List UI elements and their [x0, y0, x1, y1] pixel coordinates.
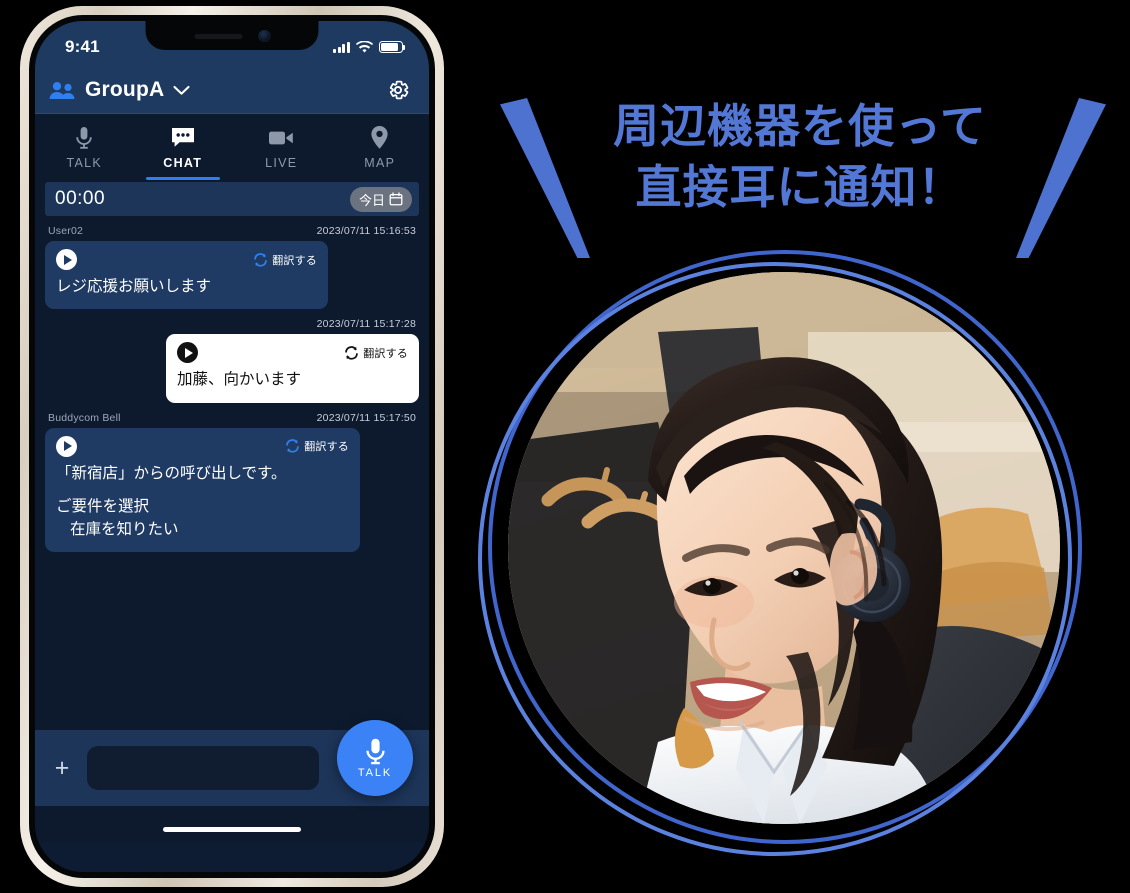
- chat-body: 00:00 今日 User02 2023/07/11 15:16:53 翻訳する…: [35, 180, 429, 842]
- tab-map[interactable]: MAP: [331, 114, 430, 180]
- message-text-line1: 「新宿店」からの呼び出しです。: [56, 464, 287, 482]
- tab-talk[interactable]: TALK: [35, 114, 134, 180]
- signal-bars-icon: [333, 41, 350, 53]
- microphone-icon: [74, 125, 94, 151]
- speaker-grille: [194, 33, 242, 39]
- tab-bar: TALK CHAT LIVE MAP: [35, 114, 429, 180]
- translate-label: 翻訳する: [304, 441, 349, 454]
- wifi-icon: [356, 40, 373, 53]
- translate-button[interactable]: 翻訳する: [285, 438, 349, 454]
- message-input[interactable]: [87, 746, 319, 790]
- promo-panel: 周辺機器を使って 直接耳に通知！: [470, 0, 1130, 893]
- recording-timer: 00:00: [55, 188, 106, 209]
- timer-row: 00:00 今日: [45, 182, 419, 216]
- headline-wrap: 周辺機器を使って 直接耳に通知！: [470, 92, 1130, 217]
- message-timestamp: 2023/07/11 15:17:28: [316, 318, 416, 331]
- message-row: Buddycom Bell 2023/07/11 15:17:50 翻訳する 「…: [45, 412, 419, 553]
- message-text-line2: ご要件を選択: [56, 498, 150, 516]
- message-bubble-incoming: 翻訳する 「新宿店」からの呼び出しです。 ご要件を選択 在庫を知りたい: [45, 427, 360, 553]
- bubble-toolbar: 翻訳する: [56, 249, 317, 270]
- message-bubble-incoming: 翻訳する レジ応援お願いします: [45, 241, 328, 310]
- message-text-block: 「新宿店」からの呼び出しです。 ご要件を選択 在庫を知りたい: [56, 463, 349, 541]
- message-timestamp: 2023/07/11 15:17:50: [316, 411, 416, 424]
- message-text: 加藤、向かいます: [177, 371, 302, 389]
- notch: [145, 21, 319, 50]
- play-icon[interactable]: [177, 342, 198, 364]
- microphone-icon: [365, 738, 385, 765]
- status-icons: [333, 40, 406, 54]
- tab-chat[interactable]: CHAT: [134, 114, 233, 180]
- calendar-icon: [389, 192, 403, 206]
- chevron-down-icon: [173, 85, 190, 95]
- today-date-filter[interactable]: 今日: [349, 186, 412, 212]
- talk-button-label: TALK: [357, 767, 393, 779]
- battery-icon: [379, 41, 406, 53]
- message-meta: User02 2023/07/11 15:16:53: [45, 225, 419, 241]
- promo-headline: 周辺機器を使って 直接耳に通知！: [613, 99, 987, 214]
- front-camera-icon: [258, 30, 270, 42]
- translate-loop-icon: [254, 252, 267, 267]
- text-spacer: [56, 485, 349, 496]
- translate-button[interactable]: 翻訳する: [344, 345, 408, 361]
- translate-label: 翻訳する: [272, 254, 317, 267]
- phone-screen: 9:41 GroupA TALK CHAT LIVE MAP 00:00 今日 …: [35, 21, 429, 872]
- bubble-toolbar: 翻訳する: [56, 435, 349, 457]
- video-camera-icon: [268, 125, 294, 151]
- message-sender: Buddycom Bell: [48, 411, 121, 424]
- phone-device: 9:41 GroupA TALK CHAT LIVE MAP 00:00 今日 …: [20, 6, 444, 887]
- chat-bubble-icon: [170, 125, 196, 151]
- home-bar-area: [35, 806, 429, 842]
- translate-label: 翻訳する: [363, 347, 408, 360]
- message-meta: Buddycom Bell 2023/07/11 15:17:50: [45, 412, 419, 428]
- message-sender: User02: [48, 225, 84, 237]
- home-indicator[interactable]: [163, 827, 301, 832]
- talk-button[interactable]: TALK: [337, 720, 413, 796]
- today-label: 今日: [358, 192, 385, 208]
- play-icon[interactable]: [56, 249, 77, 270]
- promo-photo: [508, 272, 1060, 824]
- app-header: GroupA: [35, 67, 429, 114]
- photo-stack: [478, 246, 1086, 856]
- bubble-toolbar: 翻訳する: [177, 342, 408, 364]
- phone-bezel: 9:41 GroupA TALK CHAT LIVE MAP 00:00 今日 …: [29, 15, 435, 878]
- translate-button[interactable]: 翻訳する: [253, 252, 317, 268]
- translate-loop-icon: [286, 439, 299, 454]
- map-pin-icon: [370, 125, 389, 151]
- tab-map-label: MAP: [364, 155, 396, 170]
- tab-live-label: LIVE: [265, 155, 298, 170]
- people-icon: [49, 81, 75, 99]
- group-title: GroupA: [85, 78, 165, 101]
- message-row: 2023/07/11 15:17:28 翻訳する 加藤、向かいます: [45, 318, 419, 403]
- translate-loop-icon: [345, 346, 358, 360]
- message-bubble-outgoing: 翻訳する 加藤、向かいます: [166, 334, 419, 403]
- photo-illustration: [508, 272, 1060, 824]
- tab-live[interactable]: LIVE: [232, 114, 331, 180]
- play-icon[interactable]: [56, 435, 77, 457]
- plus-icon[interactable]: +: [49, 755, 75, 781]
- screenshot-root: 9:41 GroupA TALK CHAT LIVE MAP 00:00 今日 …: [0, 0, 1130, 893]
- group-selector[interactable]: GroupA: [49, 78, 190, 102]
- tab-chat-label: CHAT: [163, 155, 203, 170]
- message-text-line3[interactable]: 在庫を知りたい: [56, 519, 349, 541]
- message-text: レジ応援お願いします: [56, 278, 212, 295]
- message-meta: 2023/07/11 15:17:28: [45, 318, 419, 334]
- message-timestamp: 2023/07/11 15:16:53: [316, 225, 416, 237]
- tab-talk-label: TALK: [66, 155, 103, 170]
- gear-icon[interactable]: [385, 77, 411, 103]
- status-time: 9:41: [65, 37, 100, 56]
- message-row: User02 2023/07/11 15:16:53 翻訳する レジ応援お願いし…: [45, 225, 419, 310]
